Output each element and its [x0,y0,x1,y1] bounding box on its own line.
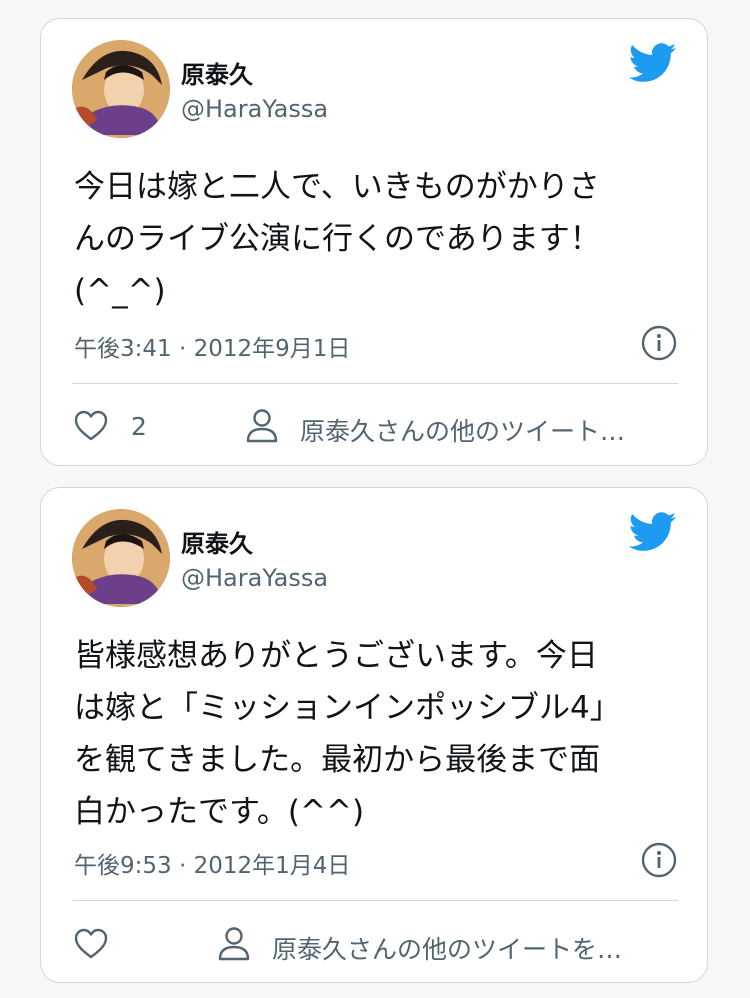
more-tweets-link[interactable]: 原泰久さんの他のツイート… [300,412,625,448]
info-icon[interactable] [641,842,677,878]
heart-icon[interactable] [74,410,108,442]
like-count[interactable]: 2 [131,412,147,441]
twitter-bird-icon[interactable] [629,512,677,552]
tweet-text: 皆様感想ありがとうございます。今日 は嫁と「ミッションインポッシブル4」 を観て… [74,638,621,830]
tweet-actions: 2 原泰久さんの他のツイート… [74,406,678,446]
tweet-timestamp[interactable]: 午後3:41 · 2012年9月1日 [74,329,350,363]
tweet-card[interactable]: 原泰久 @HaraYassa 皆様感想ありがとうございます。今日 は嫁と「ミッシ… [40,487,708,983]
avatar[interactable] [72,40,170,138]
display-name[interactable]: 原泰久 [181,524,253,559]
avatar[interactable] [72,509,170,607]
user-handle[interactable]: @HaraYassa [181,564,328,592]
tweet-card[interactable]: 原泰久 @HaraYassa 今日は嫁と二人で、いきものがかりさ んのライブ公演… [40,18,708,466]
heart-icon[interactable] [74,928,108,960]
tweet-actions: 原泰久さんの他のツイートを… [74,924,678,964]
tweet-timestamp[interactable]: 午後9:53 · 2012年1月4日 [74,846,350,880]
tweet-text: 今日は嫁と二人で、いきものがかりさ んのライブ公演に行くのであります！ (^_^… [74,169,601,309]
person-icon[interactable] [217,926,251,962]
display-name[interactable]: 原泰久 [181,55,253,90]
divider [72,383,678,384]
twitter-bird-icon[interactable] [629,43,677,83]
divider [72,900,678,901]
info-icon[interactable] [641,325,677,361]
user-handle[interactable]: @HaraYassa [181,95,328,123]
more-tweets-link[interactable]: 原泰久さんの他のツイートを… [272,930,622,966]
person-icon[interactable] [245,408,279,444]
